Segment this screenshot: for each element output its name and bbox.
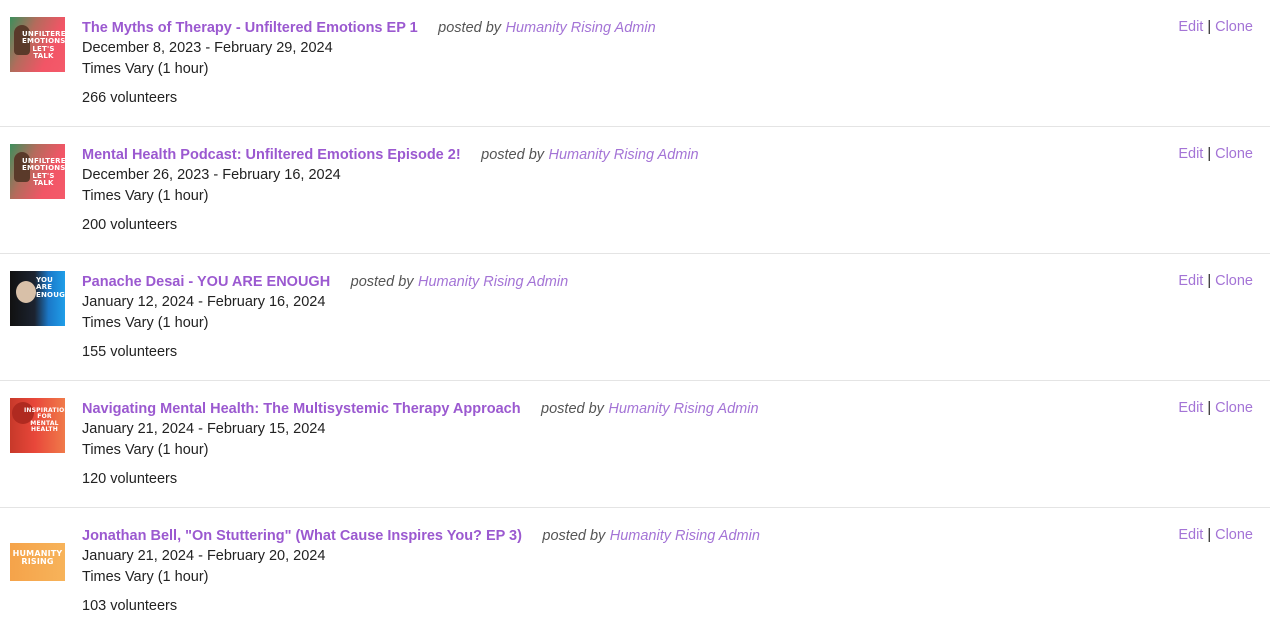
event-thumbnail[interactable]: INSPIRATION FOR MENTAL HEALTH (10, 398, 65, 453)
event-title-row: Mental Health Podcast: Unfiltered Emotio… (82, 144, 1150, 165)
volunteer-count: 155 volunteers (82, 344, 178, 360)
thumbnail-caption: YOU ARE ENOUGH (36, 276, 65, 299)
event-content: Mental Health Podcast: Unfiltered Emotio… (82, 144, 1150, 236)
event-times: Times Vary (1 hour) (82, 61, 209, 77)
author-link[interactable]: Humanity Rising Admin (608, 401, 758, 417)
clone-link[interactable]: Clone (1215, 400, 1253, 416)
event-actions: Edit | Clone (1178, 271, 1253, 292)
event-thumbnail[interactable]: HUMANITY RISING (10, 543, 65, 581)
event-actions: Edit | Clone (1178, 144, 1253, 165)
clone-link[interactable]: Clone (1215, 273, 1253, 289)
event-title-row: Jonathan Bell, "On Stuttering" (What Cau… (82, 525, 1150, 546)
event-title-row: Panache Desai - YOU ARE ENOUGH posted by… (82, 271, 1150, 292)
event-content: Jonathan Bell, "On Stuttering" (What Cau… (82, 525, 1150, 617)
thumbnail-caption: UNFILTERED EMOTIONS LET'S TALK (22, 157, 65, 188)
event-times: Times Vary (1 hour) (82, 442, 209, 458)
event-item: UNFILTERED EMOTIONS LET'S TALK The Myths… (0, 0, 1270, 127)
posted-by-label: posted by (438, 20, 502, 36)
event-dates: January 21, 2024 - February 20, 2024 (82, 548, 326, 564)
event-item: HUMANITY RISING Jonathan Bell, "On Stutt… (0, 508, 1270, 625)
thumbnail-caption: HUMANITY RISING (12, 549, 63, 567)
posted-by-label: posted by (542, 528, 606, 544)
event-content: Navigating Mental Health: The Multisyste… (82, 398, 1150, 490)
event-title-link[interactable]: The Myths of Therapy - Unfiltered Emotio… (82, 20, 418, 36)
event-times: Times Vary (1 hour) (82, 188, 209, 204)
thumbnail-caption: UNFILTERED EMOTIONS LET'S TALK (22, 30, 65, 61)
event-times: Times Vary (1 hour) (82, 315, 209, 331)
edit-link[interactable]: Edit (1178, 400, 1203, 416)
posted-by-label: posted by (481, 147, 545, 163)
event-item: UNFILTERED EMOTIONS LET'S TALK Mental He… (0, 127, 1270, 254)
edit-link[interactable]: Edit (1178, 146, 1203, 162)
author-link[interactable]: Humanity Rising Admin (548, 147, 698, 163)
event-title-link[interactable]: Jonathan Bell, "On Stuttering" (What Cau… (82, 528, 522, 544)
event-times: Times Vary (1 hour) (82, 569, 209, 585)
event-thumbnail[interactable]: UNFILTERED EMOTIONS LET'S TALK (10, 17, 65, 72)
thumbnail-caption: INSPIRATION FOR MENTAL HEALTH (24, 407, 65, 433)
edit-link[interactable]: Edit (1178, 273, 1203, 289)
event-thumbnail[interactable]: YOU ARE ENOUGH (10, 271, 65, 326)
author-link[interactable]: Humanity Rising Admin (418, 274, 568, 290)
event-thumbnail[interactable]: UNFILTERED EMOTIONS LET'S TALK (10, 144, 65, 199)
action-separator: | (1207, 527, 1212, 543)
event-actions: Edit | Clone (1178, 525, 1253, 546)
author-link[interactable]: Humanity Rising Admin (610, 528, 760, 544)
event-title-row: The Myths of Therapy - Unfiltered Emotio… (82, 17, 1150, 38)
event-dates: December 8, 2023 - February 29, 2024 (82, 40, 333, 56)
clone-link[interactable]: Clone (1215, 19, 1253, 35)
event-title-row: Navigating Mental Health: The Multisyste… (82, 398, 1150, 419)
volunteer-count: 120 volunteers (82, 471, 178, 487)
event-title-link[interactable]: Mental Health Podcast: Unfiltered Emotio… (82, 147, 461, 163)
posted-by-label: posted by (350, 274, 414, 290)
event-dates: December 26, 2023 - February 16, 2024 (82, 167, 341, 183)
posted-by-label: posted by (541, 401, 604, 417)
event-dates: January 21, 2024 - February 15, 2024 (82, 421, 326, 437)
event-title-link[interactable]: Panache Desai - YOU ARE ENOUGH (82, 274, 330, 290)
volunteer-count: 103 volunteers (82, 598, 178, 614)
event-dates: January 12, 2024 - February 16, 2024 (82, 294, 326, 310)
clone-link[interactable]: Clone (1215, 527, 1253, 543)
event-item: INSPIRATION FOR MENTAL HEALTH Navigating… (0, 381, 1270, 508)
action-separator: | (1207, 400, 1212, 416)
clone-link[interactable]: Clone (1215, 146, 1253, 162)
event-list: UNFILTERED EMOTIONS LET'S TALK The Myths… (0, 0, 1270, 625)
event-actions: Edit | Clone (1178, 398, 1253, 419)
event-content: The Myths of Therapy - Unfiltered Emotio… (82, 17, 1150, 109)
volunteer-count: 200 volunteers (82, 217, 178, 233)
edit-link[interactable]: Edit (1178, 19, 1203, 35)
edit-link[interactable]: Edit (1178, 527, 1203, 543)
volunteer-count: 266 volunteers (82, 90, 178, 106)
event-content: Panache Desai - YOU ARE ENOUGH posted by… (82, 271, 1150, 363)
event-item: YOU ARE ENOUGH Panache Desai - YOU ARE E… (0, 254, 1270, 381)
event-title-link[interactable]: Navigating Mental Health: The Multisyste… (82, 401, 521, 417)
author-link[interactable]: Humanity Rising Admin (506, 20, 656, 36)
action-separator: | (1207, 19, 1212, 35)
event-actions: Edit | Clone (1178, 17, 1253, 38)
action-separator: | (1207, 146, 1212, 162)
action-separator: | (1207, 273, 1212, 289)
